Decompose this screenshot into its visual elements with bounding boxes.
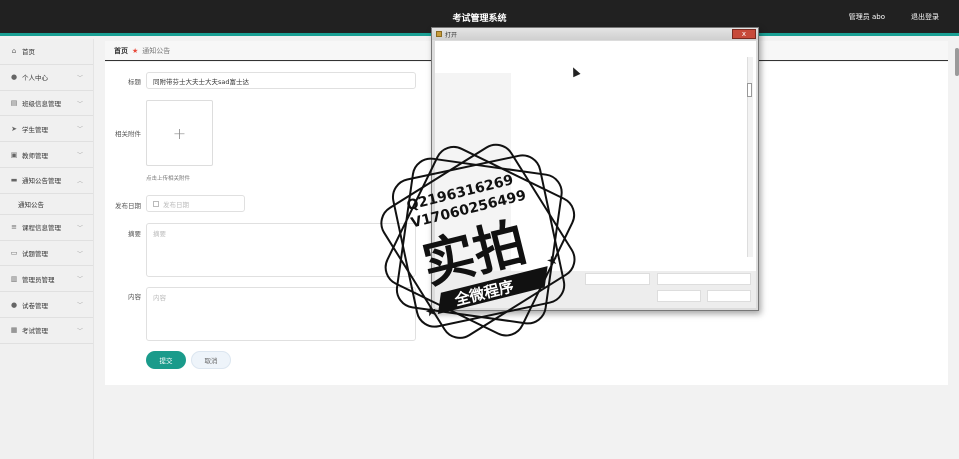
current-user: 管理员 abo bbox=[848, 13, 885, 21]
chart-icon: ▥ bbox=[10, 274, 18, 283]
person-icon: ● bbox=[10, 300, 18, 309]
sidebar-item-label: 教师管理 bbox=[22, 151, 48, 160]
cancel-button[interactable]: 取消 bbox=[191, 351, 231, 369]
chevron-down-icon: ﹀ bbox=[76, 327, 83, 335]
dialog-filetype-field[interactable] bbox=[657, 273, 751, 285]
chevron-down-icon: ﹀ bbox=[76, 152, 83, 160]
sidebar-item-label: 班级信息管理 bbox=[22, 99, 61, 108]
date-placeholder: 发布日期 bbox=[163, 200, 189, 209]
sidebar-item-papers[interactable]: ● 试卷管理 ﹀ bbox=[0, 292, 93, 318]
app-title: 考试管理系统 bbox=[452, 14, 507, 24]
clipboard-icon: ▦ bbox=[10, 326, 18, 335]
summary-label: 摘要 bbox=[128, 230, 141, 238]
layers-icon: ≡ bbox=[11, 223, 17, 232]
dialog-scroll-thumb[interactable] bbox=[747, 83, 752, 97]
plus-icon: + bbox=[172, 123, 187, 143]
sidebar-item-label: 管理员管理 bbox=[22, 275, 55, 284]
doc-icon: ▣ bbox=[10, 150, 18, 159]
attachment-label: 相关附件 bbox=[115, 130, 141, 138]
sidebar-item-label: 试题管理 bbox=[22, 249, 48, 258]
sidebar-subitem-notice[interactable]: 通知公告 bbox=[0, 194, 93, 215]
chevron-up-icon: ︿ bbox=[76, 177, 83, 185]
content-label: 内容 bbox=[128, 293, 141, 301]
star-icon: ★ bbox=[424, 303, 439, 320]
logout-link[interactable]: 退出登录 bbox=[911, 12, 939, 22]
sidebar-item-label: 课程信息管理 bbox=[22, 224, 61, 233]
sidebar-item-admins[interactable]: ▥ 管理员管理 ﹀ bbox=[0, 266, 93, 293]
message-icon: ▬ bbox=[10, 176, 18, 185]
chevron-down-icon: ﹀ bbox=[76, 100, 83, 108]
sidebar-item-teachers[interactable]: ▣ 教师管理 ﹀ bbox=[0, 142, 93, 168]
sidebar-item-label: 学生管理 bbox=[22, 125, 48, 134]
sidebar-item-label: 试卷管理 bbox=[22, 301, 48, 310]
sidebar-item-class[interactable]: ▤ 班级信息管理 ﹀ bbox=[0, 91, 93, 117]
sidebar-item-questions[interactable]: ▭ 试题管理 ﹀ bbox=[0, 241, 93, 267]
title-input[interactable]: 同附带芬士大夫士大夫sad富士达 bbox=[146, 72, 416, 89]
sidebar-item-notices[interactable]: ▬ 通知公告管理 ︿ bbox=[0, 168, 93, 194]
chevron-down-icon: ﹀ bbox=[76, 74, 83, 82]
dialog-open-button[interactable] bbox=[657, 290, 701, 302]
sidebar-item-label: 考试管理 bbox=[22, 327, 48, 336]
dialog-titlebar[interactable]: 打开 bbox=[432, 28, 758, 40]
attachment-hint: 点击上传相关附件 bbox=[146, 176, 191, 182]
chevron-down-icon: ﹀ bbox=[76, 302, 83, 310]
chevron-down-icon: ﹀ bbox=[76, 250, 83, 258]
title-value: 同附带芬士大夫士大夫sad富士达 bbox=[153, 77, 249, 86]
sidebar-item-label: 首页 bbox=[22, 48, 35, 57]
sidebar: ⌂ 首页 ● 个人中心 ﹀ ▤ 班级信息管理 ﹀ ➤ 学生管理 ﹀ ▣ 教师管理… bbox=[0, 39, 94, 459]
sidebar-item-profile[interactable]: ● 个人中心 ﹀ bbox=[0, 65, 93, 91]
card-icon: ▭ bbox=[10, 248, 18, 257]
content-placeholder: 内容 bbox=[153, 294, 166, 302]
dialog-close-button[interactable]: x bbox=[732, 29, 756, 39]
attachment-upload[interactable]: + bbox=[146, 100, 213, 166]
list-icon: ▤ bbox=[10, 98, 18, 107]
sidebar-item-home[interactable]: ⌂ 首页 bbox=[0, 39, 93, 65]
dialog-title: 打开 bbox=[445, 31, 458, 39]
chevron-down-icon: ﹀ bbox=[76, 126, 83, 134]
date-label: 发布日期 bbox=[115, 202, 141, 210]
sidebar-item-label: 通知公告管理 bbox=[22, 177, 61, 186]
user-icon: ● bbox=[10, 73, 18, 82]
title-label: 标题 bbox=[128, 78, 141, 86]
submit-button[interactable]: 提交 bbox=[146, 351, 186, 369]
dialog-cancel-button[interactable] bbox=[707, 290, 751, 302]
watermark-stamp: Q2196316269 V17060256499 实拍 全微程序 ★ ★ bbox=[380, 143, 576, 339]
home-icon: ⌂ bbox=[11, 47, 17, 56]
send-icon: ➤ bbox=[11, 124, 17, 133]
chevron-down-icon: ﹀ bbox=[76, 224, 83, 232]
sidebar-item-exams[interactable]: ▦ 考试管理 ﹀ bbox=[0, 318, 93, 344]
page-scrollbar[interactable] bbox=[955, 48, 959, 76]
chevron-down-icon: ﹀ bbox=[76, 276, 83, 284]
breadcrumb-current: 通知公告 bbox=[142, 46, 171, 55]
sidebar-item-students[interactable]: ➤ 学生管理 ﹀ bbox=[0, 116, 93, 143]
calendar-icon bbox=[153, 200, 159, 207]
star-icon: ★ bbox=[132, 46, 139, 55]
summary-placeholder: 摘要 bbox=[153, 230, 166, 238]
breadcrumb-home[interactable]: 首页 bbox=[114, 46, 128, 56]
date-input[interactable]: 发布日期 bbox=[146, 195, 245, 212]
sidebar-item-label: 个人中心 bbox=[22, 74, 48, 83]
sidebar-item-courses[interactable]: ≡ 课程信息管理 ﹀ bbox=[0, 215, 93, 241]
folder-icon bbox=[436, 31, 442, 37]
dialog-filename-field[interactable] bbox=[585, 273, 650, 285]
